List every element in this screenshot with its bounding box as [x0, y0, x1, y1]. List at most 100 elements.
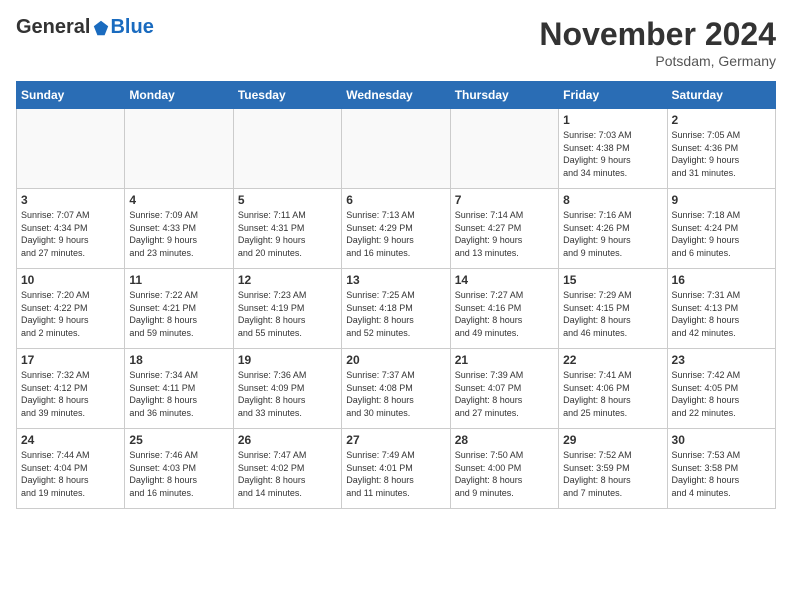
calendar-cell: 2 Sunrise: 7:05 AM Sunset: 4:36 PM Daylig…: [667, 109, 775, 189]
calendar-cell: 24 Sunrise: 7:44 AM Sunset: 4:04 PM Dayli…: [17, 429, 125, 509]
day-info: Sunrise: 7:34 AM Sunset: 4:11 PM Dayligh…: [129, 369, 228, 419]
calendar-cell: 23Sunrise: 7:42 AM Sunset: 4:05 PM Dayli…: [667, 349, 775, 429]
day-info: Sunrise: 7:23 AM Sunset: 4:19 PM Dayligh…: [238, 289, 337, 339]
day-info: Sunrise: 7:22 AM Sunset: 4:21 PM Dayligh…: [129, 289, 228, 339]
day-number: 10: [21, 273, 120, 287]
calendar-cell: 29Sunrise: 7:52 AM Sunset: 3:59 PM Dayli…: [559, 429, 667, 509]
calendar-cell: 7 Sunrise: 7:14 AM Sunset: 4:27 PM Daylig…: [450, 189, 558, 269]
day-number: 9: [672, 193, 771, 207]
column-header-friday: Friday: [559, 82, 667, 109]
day-info: Sunrise: 7:11 AM Sunset: 4:31 PM Dayligh…: [238, 209, 337, 259]
day-info: Sunrise: 7:05 AM Sunset: 4:36 PM Dayligh…: [672, 129, 771, 179]
day-info: Sunrise: 7:52 AM Sunset: 3:59 PM Dayligh…: [563, 449, 662, 499]
day-info: Sunrise: 7:39 AM Sunset: 4:07 PM Dayligh…: [455, 369, 554, 419]
calendar-cell: [233, 109, 341, 189]
calendar-week-row: 24 Sunrise: 7:44 AM Sunset: 4:04 PM Dayli…: [17, 429, 776, 509]
title-block: November 2024 Potsdam, Germany: [539, 16, 776, 69]
day-info: Sunrise: 7:14 AM Sunset: 4:27 PM Dayligh…: [455, 209, 554, 259]
column-header-wednesday: Wednesday: [342, 82, 450, 109]
day-number: 2: [672, 113, 771, 127]
column-header-thursday: Thursday: [450, 82, 558, 109]
calendar-cell: 28 Sunrise: 7:50 AM Sunset: 4:00 PM Dayli…: [450, 429, 558, 509]
day-info: Sunrise: 7:36 AM Sunset: 4:09 PM Dayligh…: [238, 369, 337, 419]
calendar-cell: 17 Sunrise: 7:32 AM Sunset: 4:12 PM Dayli…: [17, 349, 125, 429]
day-info: Sunrise: 7:46 AM Sunset: 4:03 PM Dayligh…: [129, 449, 228, 499]
day-number: 15: [563, 273, 662, 287]
calendar-body: 1 Sunrise: 7:03 AM Sunset: 4:38 PM Daylig…: [17, 109, 776, 509]
day-info: Sunrise: 7:41 AM Sunset: 4:06 PM Dayligh…: [563, 369, 662, 419]
day-number: 21: [455, 353, 554, 367]
day-info: Sunrise: 7:37 AM Sunset: 4:08 PM Dayligh…: [346, 369, 445, 419]
calendar-week-row: 10 Sunrise: 7:20 AM Sunset: 4:22 PM Dayli…: [17, 269, 776, 349]
calendar-cell: 18Sunrise: 7:34 AM Sunset: 4:11 PM Dayli…: [125, 349, 233, 429]
calendar-cell: 20 Sunrise: 7:37 AM Sunset: 4:08 PM Dayli…: [342, 349, 450, 429]
calendar-cell: 3Sunrise: 7:07 AM Sunset: 4:34 PM Daylig…: [17, 189, 125, 269]
day-number: 17: [21, 353, 120, 367]
day-info: Sunrise: 7:13 AM Sunset: 4:29 PM Dayligh…: [346, 209, 445, 259]
day-number: 28: [455, 433, 554, 447]
logo: General Blue: [16, 16, 154, 39]
day-number: 5: [238, 193, 337, 207]
day-number: 8: [563, 193, 662, 207]
day-number: 27: [346, 433, 445, 447]
day-number: 6: [346, 193, 445, 207]
day-info: Sunrise: 7:16 AM Sunset: 4:26 PM Dayligh…: [563, 209, 662, 259]
day-number: 7: [455, 193, 554, 207]
day-number: 26: [238, 433, 337, 447]
location-subtitle: Potsdam, Germany: [539, 53, 776, 69]
column-header-saturday: Saturday: [667, 82, 775, 109]
calendar-week-row: 17 Sunrise: 7:32 AM Sunset: 4:12 PM Dayli…: [17, 349, 776, 429]
calendar-cell: 12 Sunrise: 7:23 AM Sunset: 4:19 PM Dayli…: [233, 269, 341, 349]
calendar-cell: 8 Sunrise: 7:16 AM Sunset: 4:26 PM Daylig…: [559, 189, 667, 269]
calendar-cell: 21 Sunrise: 7:39 AM Sunset: 4:07 PM Dayli…: [450, 349, 558, 429]
day-number: 19: [238, 353, 337, 367]
calendar-cell: 19 Sunrise: 7:36 AM Sunset: 4:09 PM Dayli…: [233, 349, 341, 429]
day-number: 1: [563, 113, 662, 127]
calendar-cell: [342, 109, 450, 189]
page-header: General Blue November 2024 Potsdam, Germ…: [16, 16, 776, 69]
day-number: 20: [346, 353, 445, 367]
day-info: Sunrise: 7:09 AM Sunset: 4:33 PM Dayligh…: [129, 209, 228, 259]
day-number: 11: [129, 273, 228, 287]
day-number: 22: [563, 353, 662, 367]
calendar-cell: 1 Sunrise: 7:03 AM Sunset: 4:38 PM Daylig…: [559, 109, 667, 189]
day-number: 4: [129, 193, 228, 207]
calendar-cell: 15 Sunrise: 7:29 AM Sunset: 4:15 PM Dayli…: [559, 269, 667, 349]
day-info: Sunrise: 7:20 AM Sunset: 4:22 PM Dayligh…: [21, 289, 120, 339]
logo-general-text: General: [16, 16, 90, 39]
day-info: Sunrise: 7:18 AM Sunset: 4:24 PM Dayligh…: [672, 209, 771, 259]
day-info: Sunrise: 7:32 AM Sunset: 4:12 PM Dayligh…: [21, 369, 120, 419]
calendar-table: SundayMondayTuesdayWednesdayThursdayFrid…: [16, 81, 776, 509]
calendar-cell: 14 Sunrise: 7:27 AM Sunset: 4:16 PM Dayli…: [450, 269, 558, 349]
day-info: Sunrise: 7:44 AM Sunset: 4:04 PM Dayligh…: [21, 449, 120, 499]
calendar-cell: 30Sunrise: 7:53 AM Sunset: 3:58 PM Dayli…: [667, 429, 775, 509]
day-info: Sunrise: 7:03 AM Sunset: 4:38 PM Dayligh…: [563, 129, 662, 179]
day-info: Sunrise: 7:29 AM Sunset: 4:15 PM Dayligh…: [563, 289, 662, 339]
day-number: 25: [129, 433, 228, 447]
logo-flag-icon: [92, 19, 110, 37]
day-info: Sunrise: 7:50 AM Sunset: 4:00 PM Dayligh…: [455, 449, 554, 499]
column-header-monday: Monday: [125, 82, 233, 109]
calendar-cell: [17, 109, 125, 189]
day-number: 14: [455, 273, 554, 287]
calendar-cell: 22 Sunrise: 7:41 AM Sunset: 4:06 PM Dayli…: [559, 349, 667, 429]
day-number: 24: [21, 433, 120, 447]
calendar-cell: 11 Sunrise: 7:22 AM Sunset: 4:21 PM Dayli…: [125, 269, 233, 349]
calendar-cell: 25 Sunrise: 7:46 AM Sunset: 4:03 PM Dayli…: [125, 429, 233, 509]
day-info: Sunrise: 7:27 AM Sunset: 4:16 PM Dayligh…: [455, 289, 554, 339]
calendar-cell: 9 Sunrise: 7:18 AM Sunset: 4:24 PM Daylig…: [667, 189, 775, 269]
calendar-cell: 4 Sunrise: 7:09 AM Sunset: 4:33 PM Daylig…: [125, 189, 233, 269]
day-number: 23: [672, 353, 771, 367]
calendar-cell: 16Sunrise: 7:31 AM Sunset: 4:13 PM Dayli…: [667, 269, 775, 349]
day-info: Sunrise: 7:47 AM Sunset: 4:02 PM Dayligh…: [238, 449, 337, 499]
calendar-cell: [450, 109, 558, 189]
calendar-cell: 27 Sunrise: 7:49 AM Sunset: 4:01 PM Dayli…: [342, 429, 450, 509]
day-number: 3: [21, 193, 120, 207]
day-info: Sunrise: 7:49 AM Sunset: 4:01 PM Dayligh…: [346, 449, 445, 499]
day-info: Sunrise: 7:31 AM Sunset: 4:13 PM Dayligh…: [672, 289, 771, 339]
calendar-week-row: 3Sunrise: 7:07 AM Sunset: 4:34 PM Daylig…: [17, 189, 776, 269]
calendar-cell: 26 Sunrise: 7:47 AM Sunset: 4:02 PM Dayli…: [233, 429, 341, 509]
day-info: Sunrise: 7:53 AM Sunset: 3:58 PM Dayligh…: [672, 449, 771, 499]
calendar-header-row: SundayMondayTuesdayWednesdayThursdayFrid…: [17, 82, 776, 109]
day-number: 12: [238, 273, 337, 287]
